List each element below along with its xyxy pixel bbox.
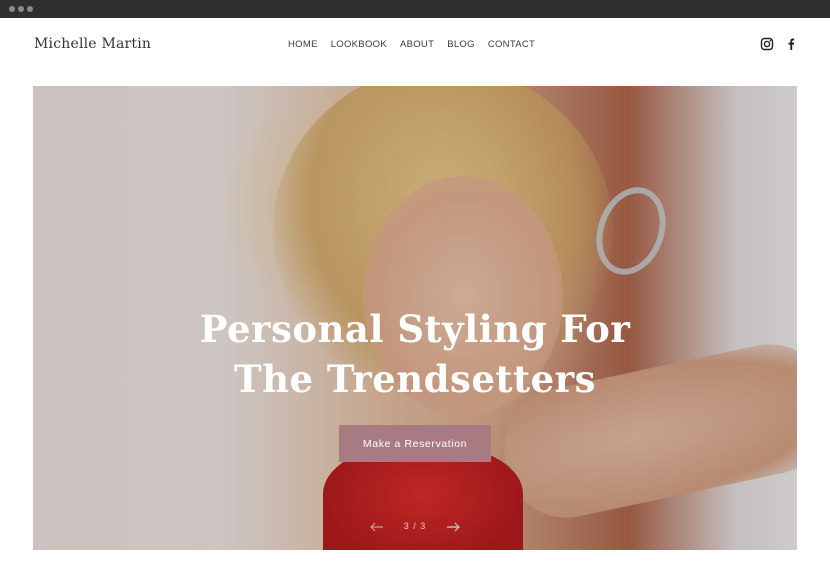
instagram-icon[interactable] bbox=[760, 37, 774, 51]
browser-chrome-bar bbox=[0, 0, 830, 18]
arrow-right-icon[interactable] bbox=[445, 519, 461, 535]
main-nav: HOME LOOKBOOK ABOUT BLOG CONTACT bbox=[288, 39, 535, 50]
window-dot-icon bbox=[27, 6, 33, 12]
arrow-left-icon[interactable] bbox=[369, 519, 385, 535]
hero-title-line-2: The Trendsetters bbox=[234, 357, 596, 401]
facebook-icon[interactable] bbox=[784, 37, 798, 51]
window-dot-icon bbox=[18, 6, 24, 12]
hero-title: Personal Styling For The Trendsetters bbox=[33, 304, 797, 404]
make-reservation-button[interactable]: Make a Reservation bbox=[339, 425, 491, 462]
nav-item-blog[interactable]: BLOG bbox=[447, 39, 475, 50]
site-header: Michelle Martin HOME LOOKBOOK ABOUT BLOG… bbox=[0, 18, 830, 86]
hero-banner: Personal Styling For The Trendsetters Ma… bbox=[33, 86, 797, 550]
nav-item-contact[interactable]: CONTACT bbox=[488, 39, 535, 50]
brand-logo[interactable]: Michelle Martin bbox=[34, 36, 151, 52]
hero-title-line-1: Personal Styling For bbox=[199, 307, 631, 351]
slide-counter: 3 / 3 bbox=[403, 521, 427, 531]
nav-item-about[interactable]: ABOUT bbox=[400, 39, 434, 50]
nav-item-home[interactable]: HOME bbox=[288, 39, 318, 50]
slider-controls: 3 / 3 bbox=[33, 519, 797, 535]
window-dot-icon bbox=[9, 6, 15, 12]
nav-item-lookbook[interactable]: LOOKBOOK bbox=[331, 39, 387, 50]
